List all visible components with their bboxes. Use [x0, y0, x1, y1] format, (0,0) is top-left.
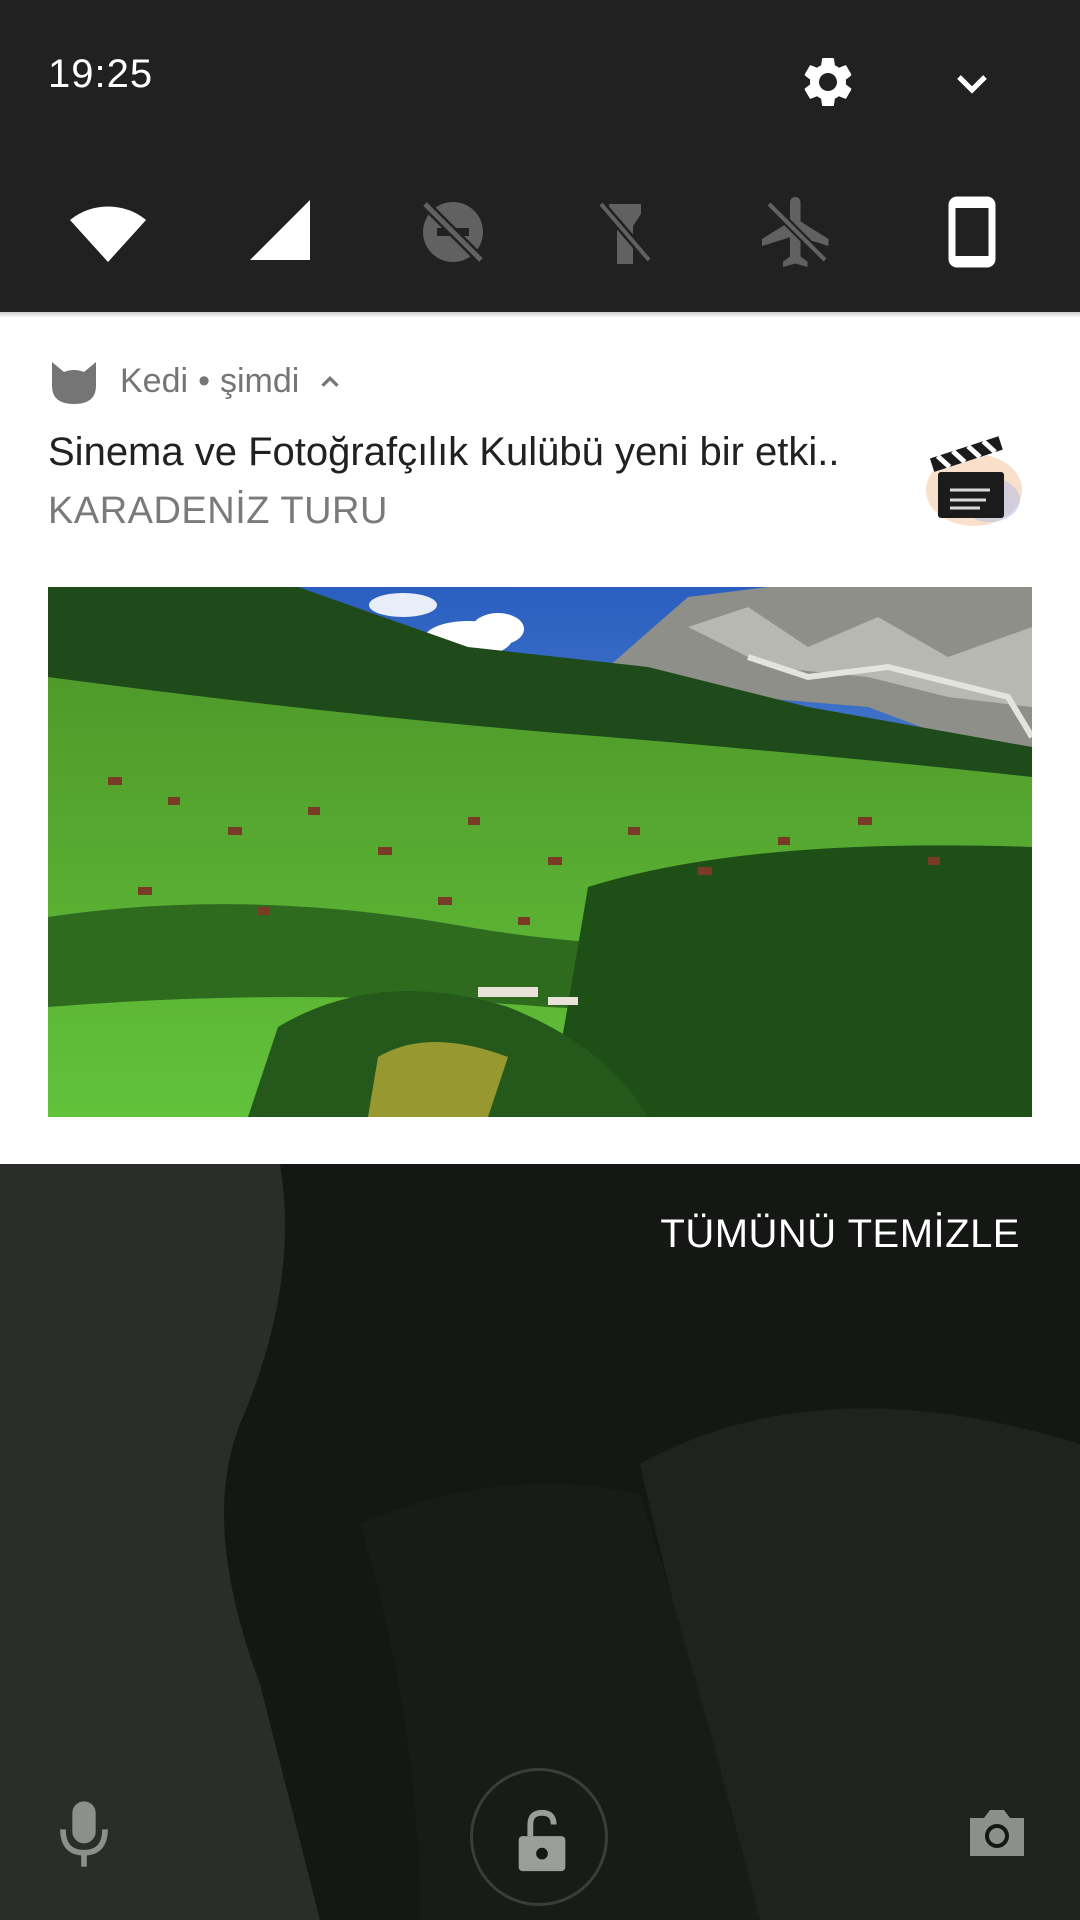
notification-subtitle: KARADENİZ TURU [48, 490, 388, 532]
flashlight-tile[interactable] [583, 190, 667, 274]
notification-title: Sinema ve Fotoğrafçılık Kulübü yeni bir … [48, 430, 840, 474]
camera-icon[interactable] [966, 1804, 1028, 1860]
flashlight-off-icon [597, 201, 653, 264]
cat-app-icon [52, 362, 96, 404]
notification-big-picture [48, 587, 1032, 1117]
microphone-icon[interactable] [56, 1796, 112, 1872]
notification-header: Kedi • şimdi [120, 362, 345, 401]
wifi-icon [70, 206, 146, 262]
clock: 19:25 [48, 52, 154, 96]
auto-rotate-portrait-icon [948, 196, 996, 268]
airplane-mode-off-icon [762, 197, 829, 267]
notification-shadow [0, 312, 1080, 318]
settings-gear-icon[interactable] [798, 52, 858, 112]
lock-button[interactable] [470, 1768, 608, 1906]
airplane-tile[interactable] [755, 190, 839, 274]
app-name: Kedi [120, 362, 189, 400]
quick-settings-panel: 19:25 [0, 0, 1080, 312]
quick-settings-tiles [0, 190, 1080, 274]
cellular-tile[interactable] [240, 190, 324, 274]
do-not-disturb-tile[interactable] [411, 190, 495, 274]
notification-card[interactable]: Kedi • şimdi Sinema ve Fotoğrafçılık Kul… [0, 312, 1080, 1164]
landscape-image [48, 587, 1032, 1117]
header-separator: • [198, 362, 210, 400]
do-not-disturb-off-icon [421, 200, 485, 264]
unlocked-padlock-icon [518, 1809, 566, 1872]
wifi-tile[interactable] [66, 190, 150, 274]
collapse-chevron-icon[interactable] [948, 60, 996, 108]
expand-caret-icon[interactable] [315, 367, 345, 397]
cellular-signal-icon [250, 200, 310, 260]
clear-all-button[interactable]: TÜMÜNÜ TEMİZLE [660, 1212, 1020, 1257]
notification-time: şimdi [219, 362, 300, 400]
clapperboard-icon [926, 436, 1022, 526]
rotation-tile[interactable] [930, 190, 1014, 274]
